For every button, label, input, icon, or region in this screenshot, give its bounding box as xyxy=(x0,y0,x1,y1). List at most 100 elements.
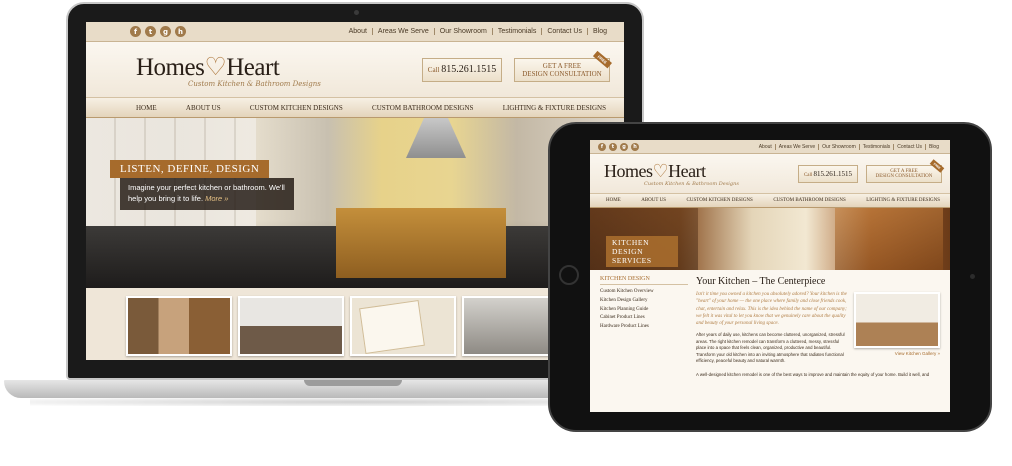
logo-tagline: Custom Kitchen & Bathroom Designs xyxy=(188,79,321,88)
nav-home[interactable]: Home xyxy=(136,104,157,112)
nav-home[interactable]: Home xyxy=(606,198,621,203)
link-blog[interactable]: Blog xyxy=(924,143,942,150)
googleplus-icon[interactable]: g xyxy=(620,142,628,151)
social-icons: f t g h xyxy=(598,142,642,151)
twitter-icon[interactable]: t xyxy=(609,142,617,151)
nav-bathroom[interactable]: Custom Bathroom Designs xyxy=(372,104,473,112)
camera-icon xyxy=(354,10,359,15)
link-showroom[interactable]: Our Showroom xyxy=(818,143,859,150)
logo[interactable]: Homes♡Heart Custom Kitchen & Bathroom De… xyxy=(604,161,739,187)
logo[interactable]: Homes♡Heart Custom Kitchen & Bathroom De… xyxy=(136,52,321,88)
banner-title: Kitchen Design Services xyxy=(606,236,678,267)
page-banner: Kitchen Design Services xyxy=(590,208,950,270)
sidebar-item-planning-guide[interactable]: Kitchen Planning Guide xyxy=(600,306,688,315)
consultation-button[interactable]: GET A FREE DESIGN CONSULTATION FREE xyxy=(866,158,945,183)
planning-guide-booklet xyxy=(359,300,425,354)
tablet-screen: f t g h About Areas We Serve Our Showroo… xyxy=(590,140,950,412)
consult-line1: GET A FREE xyxy=(542,61,582,70)
nav-about[interactable]: About Us xyxy=(641,198,666,203)
home-button-icon xyxy=(559,265,579,285)
devices-mockup: f t g h About Areas We Serve Our Showroo… xyxy=(0,0,1012,466)
heart-icon: ♡ xyxy=(652,160,669,181)
facebook-icon[interactable]: f xyxy=(130,26,141,37)
gallery-image[interactable] xyxy=(854,292,940,348)
camera-icon xyxy=(970,274,975,279)
call-label: Call xyxy=(803,172,813,178)
hero-range-hood xyxy=(406,118,466,158)
header-buttons: Call 815.261.1515 GET A FREE DESIGN CONS… xyxy=(798,158,945,183)
sidebar-item-overview[interactable]: Custom Kitchen Overview xyxy=(600,288,688,297)
consult-line2: DESIGN CONSULTATION xyxy=(875,173,933,179)
thumbnail-team-photo[interactable] xyxy=(126,296,232,356)
link-showroom[interactable]: Our Showroom xyxy=(433,28,492,35)
nav-kitchen[interactable]: Custom Kitchen Designs xyxy=(687,198,753,203)
link-testimonials[interactable]: Testimonials xyxy=(491,28,542,35)
link-testimonials[interactable]: Testimonials xyxy=(858,143,894,150)
hero-text: Imagine your perfect kitchen or bathroom… xyxy=(120,178,294,210)
header-buttons: Call 815.261.1515 GET A FREE DESIGN CONS… xyxy=(422,50,613,82)
gallery-teaser: View Kitchen Gallery » xyxy=(854,292,940,356)
footer-paragraph: A well-designed kitchen remodel is one o… xyxy=(696,372,930,378)
free-ribbon: FREE xyxy=(593,50,613,68)
call-button[interactable]: Call 815.261.1515 xyxy=(422,57,502,82)
lead-paragraph: Isn't it time you owned a kitchen you ab… xyxy=(696,292,847,326)
main-content: Your Kitchen – The Centerpiece Isn't it … xyxy=(688,276,942,412)
body-paragraph: After years of daily use, kitchens can b… xyxy=(696,332,845,363)
hero-more-link[interactable]: More » xyxy=(205,194,228,203)
hero-title: LISTEN, DEFINE, DESIGN xyxy=(110,160,270,178)
hero-image: LISTEN, DEFINE, DESIGN Imagine your perf… xyxy=(86,118,624,288)
thumbnail-planning-guide[interactable] xyxy=(350,296,456,356)
top-links: About Areas We Serve Our Showroom Testim… xyxy=(344,28,612,35)
logo-tagline: Custom Kitchen & Bathroom Designs xyxy=(644,180,739,187)
googleplus-icon[interactable]: g xyxy=(160,26,171,37)
thumbnail-dining-room[interactable] xyxy=(238,296,344,356)
logo-wordmark: Homes♡Heart xyxy=(604,161,739,182)
sidebar-item-gallery[interactable]: Kitchen Design Gallery xyxy=(600,297,688,306)
nav-bathroom[interactable]: Custom Bathroom Designs xyxy=(773,198,845,203)
site-header: Homes♡Heart Custom Kitchen & Bathroom De… xyxy=(590,154,950,194)
consult-line2: DESIGN CONSULTATION xyxy=(522,69,602,78)
call-button[interactable]: Call 815.261.1515 xyxy=(798,164,858,183)
logo-word-heart: Heart xyxy=(226,53,280,81)
logo-word-homes: Homes xyxy=(604,160,653,181)
link-areas[interactable]: Areas We Serve xyxy=(371,28,434,35)
twitter-icon[interactable]: t xyxy=(145,26,156,37)
hero-island xyxy=(336,208,506,278)
gallery-link[interactable]: View Kitchen Gallery » xyxy=(854,351,940,356)
nav-lighting[interactable]: Lighting & Fixture Designs xyxy=(503,104,606,112)
sidebar: Kitchen Design Custom Kitchen Overview K… xyxy=(600,276,688,412)
houzz-icon[interactable]: h xyxy=(175,26,186,37)
sidebar-item-hardware-lines[interactable]: Hardware Product Lines xyxy=(600,323,688,332)
link-contact[interactable]: Contact Us xyxy=(893,143,925,150)
link-about[interactable]: About xyxy=(756,144,775,150)
heart-icon: ♡ xyxy=(204,53,227,81)
social-icons: f t g h xyxy=(130,26,190,37)
call-label: Call xyxy=(427,66,440,74)
top-bar: f t g h About Areas We Serve Our Showroo… xyxy=(590,140,950,154)
thumbnail-row xyxy=(86,288,624,360)
main-nav: Home About Us Custom Kitchen Designs Cus… xyxy=(590,194,950,208)
site-header: Homes♡Heart Custom Kitchen & Bathroom De… xyxy=(86,42,624,98)
nav-kitchen[interactable]: Custom Kitchen Designs xyxy=(250,104,343,112)
link-about[interactable]: About xyxy=(344,28,372,35)
logo-word-homes: Homes xyxy=(136,53,205,81)
link-contact[interactable]: Contact Us xyxy=(541,28,587,35)
page-body: Kitchen Design Custom Kitchen Overview K… xyxy=(590,270,950,412)
free-ribbon: FREE xyxy=(929,158,945,173)
laptop-notch xyxy=(304,380,402,386)
link-blog[interactable]: Blog xyxy=(586,28,612,35)
facebook-icon[interactable]: f xyxy=(598,142,606,151)
nav-about[interactable]: About Us xyxy=(186,104,221,112)
logo-word-heart: Heart xyxy=(668,160,706,181)
link-areas[interactable]: Areas We Serve xyxy=(774,143,818,150)
logo-wordmark: Homes♡Heart xyxy=(136,52,321,82)
main-nav: Home About Us Custom Kitchen Designs Cus… xyxy=(86,98,624,118)
laptop-screen: f t g h About Areas We Serve Our Showroo… xyxy=(86,22,624,360)
top-bar: f t g h About Areas We Serve Our Showroo… xyxy=(86,22,624,42)
consultation-button[interactable]: GET A FREE DESIGN CONSULTATION FREE xyxy=(514,50,613,82)
sidebar-heading: Kitchen Design xyxy=(600,276,688,285)
sidebar-item-cabinet-lines[interactable]: Cabinet Product Lines xyxy=(600,314,688,323)
nav-lighting[interactable]: Lighting & Fixture Designs xyxy=(866,198,940,203)
houzz-icon[interactable]: h xyxy=(631,142,639,151)
phone-number: 815.261.1515 xyxy=(813,169,853,178)
